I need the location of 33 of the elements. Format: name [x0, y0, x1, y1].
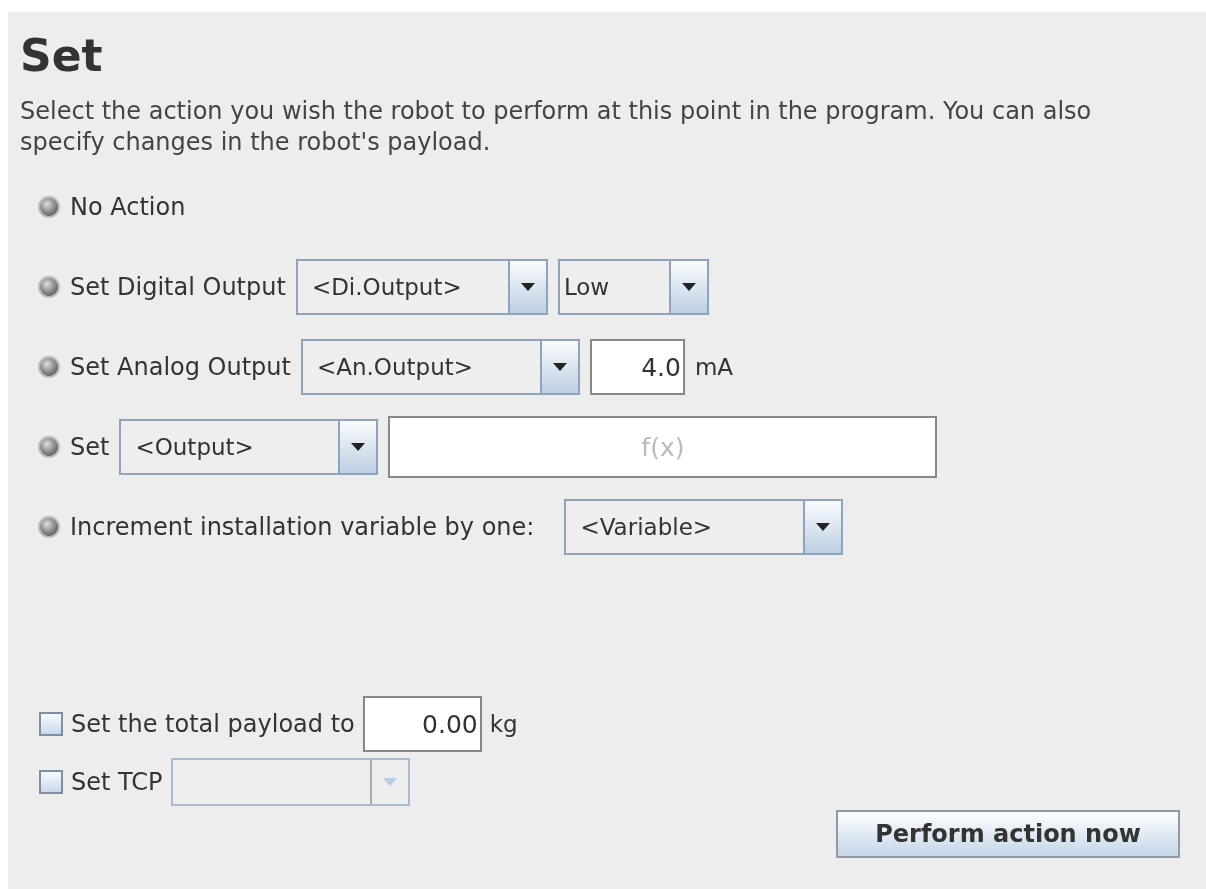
radio-button[interactable]	[38, 356, 60, 378]
number-field[interactable]: 4.0	[589, 339, 685, 395]
unit-label: kg	[489, 711, 518, 737]
description: Select the action you wish the robot to perform at this point in the program. You can also specify changes in the robot's payload.	[20, 96, 1093, 158]
radio-button[interactable]	[38, 276, 60, 298]
caret-icon	[681, 283, 696, 291]
dropdown[interactable]: Low	[557, 259, 709, 315]
option-label: Increment installation variable by one:	[70, 513, 535, 541]
caret-icon	[816, 523, 831, 531]
option-label: Set Digital Output	[70, 273, 286, 301]
perform-button[interactable]: Perform action now	[836, 810, 1180, 858]
radio-button[interactable]	[38, 516, 60, 538]
option-label: No Action	[70, 193, 186, 221]
caret-icon	[382, 778, 397, 786]
caret-icon	[351, 443, 366, 451]
caret-icon	[520, 283, 535, 291]
dropdown[interactable]: <Output>	[119, 419, 379, 475]
caret-icon	[552, 363, 567, 371]
checkbox[interactable]	[39, 770, 63, 794]
radio-button[interactable]	[38, 436, 60, 458]
radio-button[interactable]	[38, 196, 60, 218]
checkbox[interactable]	[39, 712, 63, 736]
unit-label: mA	[694, 354, 734, 380]
dropdown[interactable]: <An.Output>	[300, 339, 580, 395]
option-label: Set	[70, 433, 110, 461]
page-title: Set	[20, 34, 104, 78]
expression-field[interactable]: f(x)	[388, 416, 938, 478]
dropdown[interactable]: <Di.Output>	[295, 259, 548, 315]
dropdown[interactable]: <Variable>	[564, 499, 844, 555]
option-label: Set TCP	[71, 768, 163, 796]
number-field[interactable]: 0.00	[362, 696, 482, 752]
option-label: Set Analog Output	[70, 353, 291, 381]
option-label: Set the total payload to	[71, 710, 355, 738]
